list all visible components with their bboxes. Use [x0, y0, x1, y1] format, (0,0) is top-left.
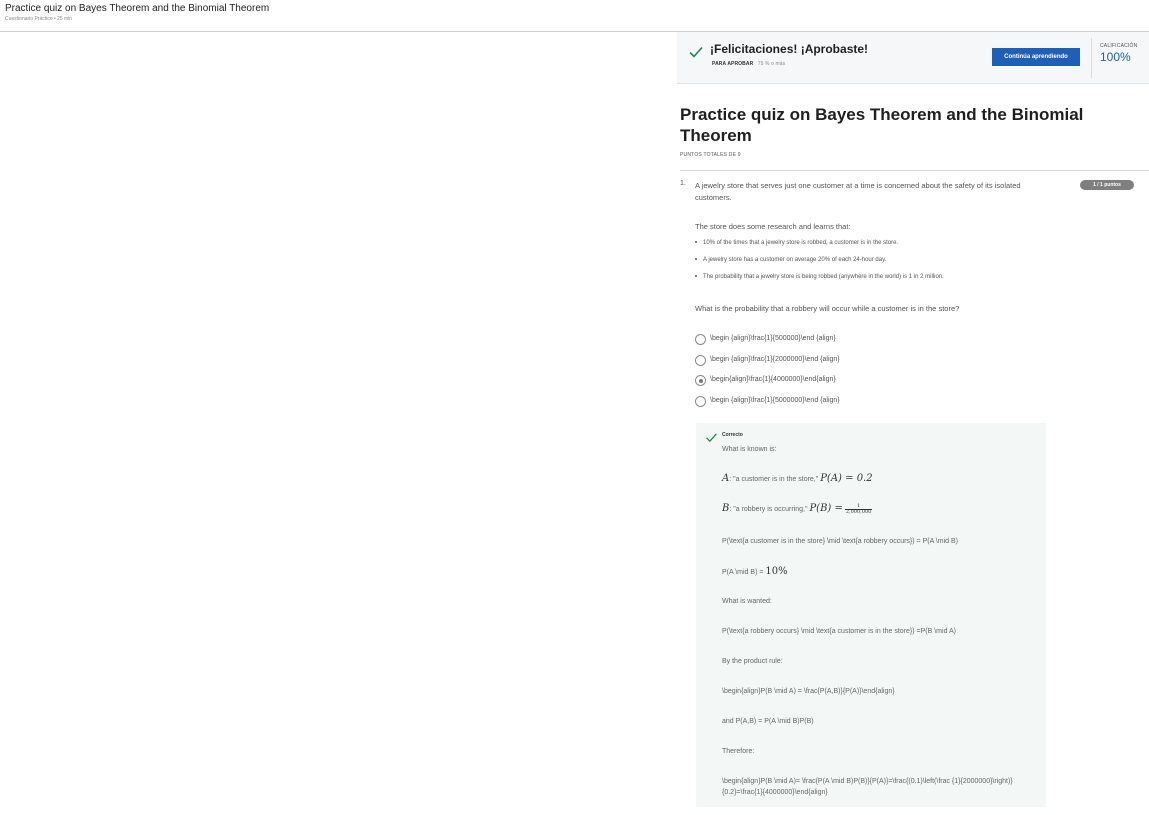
event-a-text: : "a customer is in the store,": [729, 476, 819, 483]
question-prompt: What is the probability that a robbery w…: [695, 304, 960, 313]
bullet-item: The probability that a jewelry store is …: [695, 274, 944, 280]
bullet-text: 10% of the times that a jewelry store is…: [703, 240, 899, 246]
fraction-denominator: 2,000,000: [845, 508, 872, 515]
question-intro: The store does some research and learns …: [695, 222, 851, 231]
radio-button[interactable]: [695, 355, 706, 366]
feedback-event-b: B: "a robbery is occurring," P(B) = 1 2,…: [722, 503, 873, 515]
pass-heading: ¡Felicitaciones! ¡Aprobaste!: [710, 42, 869, 56]
quiz-title: Practice quiz on Bayes Theorem and the B…: [680, 105, 1084, 145]
grade-value: 100%: [1100, 50, 1131, 64]
bullet-item: A jewelry store has a customer on averag…: [695, 257, 886, 263]
answer-option-label: \begin{align}\frac{1}{4000000}\end{align…: [710, 376, 836, 383]
check-icon: [689, 46, 703, 58]
continue-learning-button[interactable]: Continúa aprendiendo: [992, 48, 1080, 66]
question-text: A jewelry store that serves just one cus…: [695, 181, 1021, 202]
quiz-results-panel: ¡Felicitaciones! ¡Aprobaste! PARA APROBA…: [677, 32, 1149, 815]
feedback-wanted: What is wanted:: [722, 598, 772, 605]
feedback-event-a: A: "a customer is in the store," P(A) = …: [722, 473, 873, 484]
event-b-probability: P(B) =: [809, 503, 843, 514]
pass-requirement: PARA APROBAR 75 % o más: [712, 61, 785, 67]
bullet-dot-icon: [695, 275, 697, 278]
pab-prefix: P(A \mid B) =: [722, 569, 764, 576]
feedback-status: Correcto: [722, 432, 743, 438]
answer-option-label: \begin {align}\frac{1}{2000000}\end {ali…: [710, 356, 840, 363]
radio-button-selected[interactable]: [695, 375, 706, 386]
section-divider: [680, 170, 1149, 171]
bullet-text: The probability that a jewelry store is …: [703, 274, 944, 280]
feedback-and-line: and P(A,B) = P(A \mid B)P(B): [722, 718, 814, 725]
pass-requirement-label: PARA APROBAR: [712, 61, 754, 67]
top-bar: Practice quiz on Bayes Theorem and the B…: [0, 0, 1149, 32]
points-badge: 1 / 1 puntos: [1080, 180, 1134, 190]
pab-value: 10%: [765, 566, 788, 577]
radio-button[interactable]: [695, 334, 706, 345]
feedback-wanted-line: P(\text{a robbery occurs} \mid \text{a c…: [722, 628, 957, 635]
bullet-text: A jewelry store has a customer on averag…: [703, 257, 887, 263]
grade-label: CALIFICACIÓN: [1100, 43, 1138, 49]
question-number: 1.: [680, 180, 686, 187]
answer-option-label: \begin {align}\frac{1}{500000}\end {alig…: [710, 335, 836, 342]
event-b-text: : "a robbery is occurring,": [729, 506, 808, 513]
feedback-product-formula: \begin{align}P(B \mid A) = \frac{P(A,B)}…: [722, 688, 895, 695]
total-points: PUNTOS TOTALES DE 9: [680, 152, 741, 158]
event-a-probability: P(A) = 0.2: [820, 473, 873, 484]
event-b-fraction: 1 2,000,000: [844, 503, 873, 515]
pass-requirement-value: 75 % o más: [757, 61, 786, 67]
grade-divider: [1091, 38, 1092, 78]
bullet-dot-icon: [695, 258, 697, 261]
feedback-known: What is known is:: [722, 446, 777, 453]
feedback-product-rule: By the product rule:: [722, 658, 783, 665]
answer-option-label: \begin {align}\frac{1}{5000000}\end {ali…: [710, 397, 840, 404]
pass-banner: ¡Felicitaciones! ¡Aprobaste! PARA APROBA…: [677, 32, 1149, 84]
feedback-pab: P(A \mid B) = 10%: [722, 566, 788, 577]
bullet-item: 10% of the times that a jewelry store is…: [695, 240, 898, 246]
feedback-therefore: Therefore:: [722, 748, 755, 755]
feedback-conditional: P(\text{a customer is in the store} \mid…: [722, 538, 958, 545]
check-icon: [706, 433, 717, 443]
answer-feedback: Correcto What is known is: A: "a custome…: [696, 423, 1046, 807]
feedback-final-formula: \begin{align}P(B \mid A)= \frac{P(A \mid…: [722, 778, 1013, 796]
radio-button[interactable]: [695, 396, 706, 407]
page-header-subtitle: Cuestionario Práctico • 25 min: [5, 16, 73, 22]
bullet-dot-icon: [695, 241, 697, 244]
page-header-title: Practice quiz on Bayes Theorem and the B…: [5, 3, 270, 14]
